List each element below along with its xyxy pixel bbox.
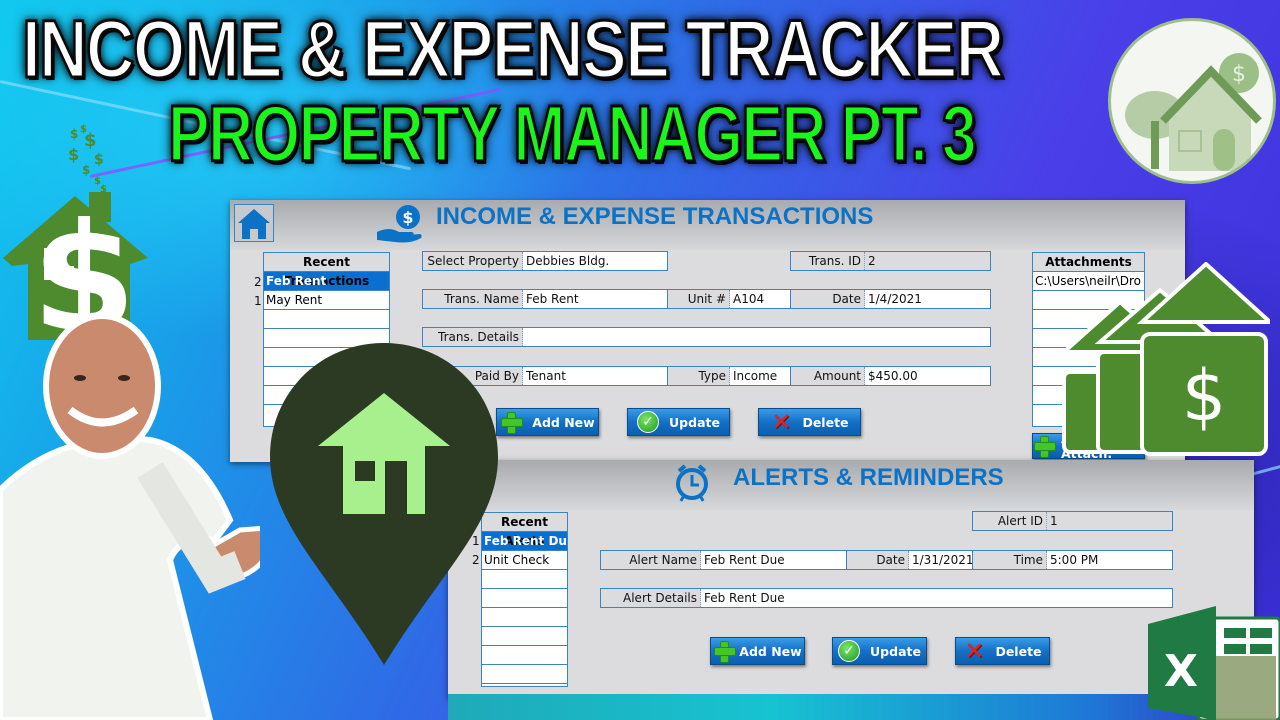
trans-details-field[interactable]: Trans. Details: [422, 327, 991, 347]
field-label: Alert Name: [601, 551, 701, 569]
field-label: Type: [668, 367, 730, 385]
select-property-field[interactable]: Select Property Debbies Bldg.: [422, 251, 668, 271]
alert-time-field[interactable]: Time 5:00 PM: [972, 550, 1173, 570]
presenter-photo: [0, 313, 260, 720]
hand-dollar-icon: $: [377, 205, 422, 243]
paid-by-value[interactable]: Tenant: [523, 367, 667, 385]
date-value[interactable]: 1/4/2021: [865, 290, 990, 308]
delete-button[interactable]: ✕ Delete: [758, 408, 861, 436]
list-item-empty[interactable]: [264, 310, 389, 329]
thumbnail-title: INCOME & EXPENSE TRACKER: [21, 3, 1006, 97]
button-label: Add New: [532, 414, 595, 430]
house-coin-icon: $: [1125, 53, 1262, 171]
alert-id-field: Alert ID 1: [972, 511, 1173, 531]
trans-name-value[interactable]: Feb Rent: [523, 290, 667, 308]
alert-date-value[interactable]: 1/31/2021: [909, 551, 972, 569]
date-field[interactable]: Date 1/4/2021: [790, 289, 991, 309]
plus-icon: [713, 640, 737, 663]
alert-date-field[interactable]: Date 1/31/2021: [846, 550, 973, 570]
home-button[interactable]: [234, 204, 274, 242]
alert-name-field[interactable]: Alert Name Feb Rent Due: [600, 550, 847, 570]
field-label: Date: [791, 290, 865, 308]
trans-id-field: Trans. ID 2: [790, 251, 991, 271]
button-label: Delete: [802, 414, 849, 430]
torn-paper-edge: [448, 694, 1254, 720]
house-coin-logo: $: [1108, 18, 1276, 184]
unit-value[interactable]: A104: [730, 290, 790, 308]
trans-name-field[interactable]: Trans. Name Feb Rent: [422, 289, 668, 309]
field-label: Amount: [791, 367, 865, 385]
amount-field[interactable]: Amount $450.00: [790, 366, 991, 386]
button-label: Update: [870, 643, 921, 659]
svg-text:$: $: [402, 208, 413, 227]
field-label: Alert Details: [601, 589, 701, 607]
money-stack-icon: [1216, 656, 1276, 720]
field-label: Trans. ID: [791, 252, 865, 270]
type-field[interactable]: Type Income: [667, 366, 791, 386]
list-item[interactable]: May Rent: [264, 291, 389, 310]
svg-text:$: $: [94, 152, 104, 168]
update-button[interactable]: ✓ Update: [627, 408, 730, 436]
select-property-value[interactable]: Debbies Bldg.: [523, 252, 667, 270]
trans-id-value: 2: [865, 252, 990, 270]
svg-text:$: $: [84, 130, 97, 151]
houses-dollar-glyph: $: [1182, 355, 1227, 437]
alert-id-value: 1: [1047, 512, 1172, 530]
map-pin-house-icon: [270, 343, 498, 665]
button-label: Update: [669, 414, 720, 430]
check-icon: ✓: [838, 640, 861, 662]
check-icon: ✓: [637, 411, 660, 433]
field-label: Date: [847, 551, 909, 569]
add-new-button[interactable]: Add New: [496, 408, 599, 436]
coin-dollar-glyph: $: [1232, 62, 1246, 87]
alert-name-value[interactable]: Feb Rent Due: [701, 551, 846, 569]
plus-icon: [1033, 435, 1056, 458]
field-label: Select Property: [423, 252, 523, 270]
field-label: Time: [973, 551, 1047, 569]
alerts-form: ALERTS & REMINDERS 1 2 Recent Alerts Feb…: [448, 460, 1254, 698]
thumbnail-subtitle: PROPERTY MANAGER PT. 3: [167, 88, 978, 180]
home-icon: [238, 209, 270, 239]
excel-x-glyph: X: [1164, 646, 1198, 697]
alert-add-new-button[interactable]: Add New: [710, 637, 805, 665]
excel-icon: X: [1148, 606, 1280, 720]
alert-details-field[interactable]: Alert Details Feb Rent Due: [600, 588, 1173, 608]
delete-x-icon: ✕: [964, 637, 985, 665]
field-label: Trans. Name: [423, 290, 523, 308]
button-label: Delete: [995, 643, 1042, 659]
trans-details-value[interactable]: [523, 328, 990, 346]
dollar-houses-icon: $: [1060, 262, 1270, 456]
row-number: 2: [254, 275, 262, 289]
alert-time-value[interactable]: 5:00 PM: [1047, 551, 1172, 569]
plus-icon: [500, 411, 524, 434]
alert-update-button[interactable]: ✓ Update: [832, 637, 927, 665]
svg-text:$: $: [82, 163, 90, 177]
type-value[interactable]: Income: [730, 367, 790, 385]
alert-details-value[interactable]: Feb Rent Due: [701, 589, 1172, 607]
amount-value[interactable]: $450.00: [865, 367, 990, 385]
alert-delete-button[interactable]: ✕ Delete: [955, 637, 1050, 665]
delete-x-icon: ✕: [771, 408, 792, 436]
field-label: Unit #: [668, 290, 730, 308]
button-label: Add New: [739, 643, 802, 659]
unit-field[interactable]: Unit # A104: [667, 289, 791, 309]
svg-text:$: $: [70, 127, 78, 141]
form-title: INCOME & EXPENSE TRANSACTIONS: [436, 203, 874, 230]
list-header: Recent Transactions: [264, 253, 389, 288]
alarm-clock-icon: [676, 464, 708, 502]
svg-text:$: $: [68, 145, 79, 164]
field-label: Alert ID: [973, 512, 1047, 530]
form-title: ALERTS & REMINDERS: [733, 464, 1004, 491]
